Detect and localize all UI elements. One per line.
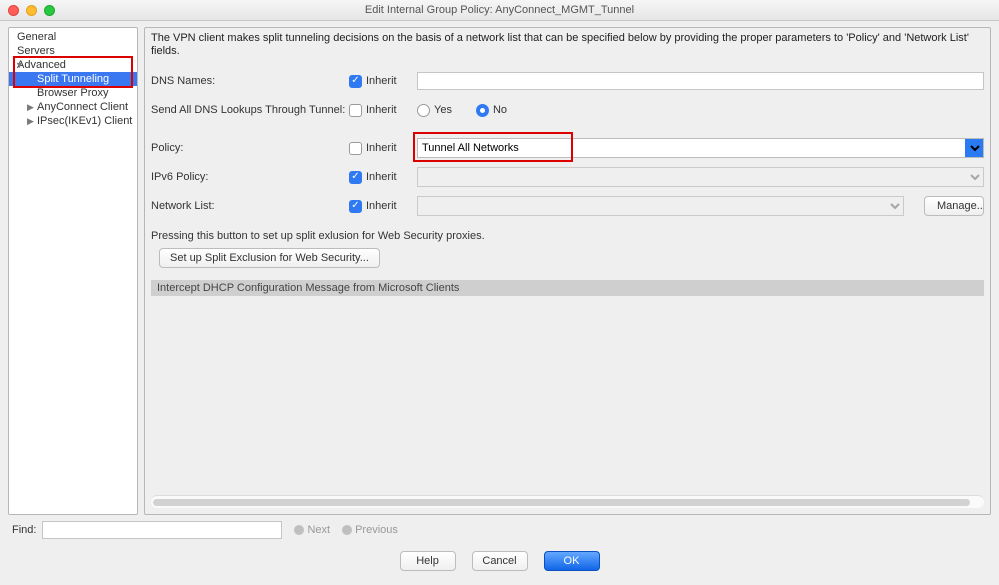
row-send-all-dns: Send All DNS Lookups Through Tunnel: Inh… — [151, 100, 984, 120]
radio-icon[interactable] — [417, 104, 430, 117]
form-area: DNS Names: Inherit Send All DNS Lookups … — [151, 66, 984, 495]
radio-yes[interactable]: Yes — [417, 104, 452, 117]
inherit-send-all-dns[interactable]: Inherit — [349, 104, 417, 117]
web-security-hint: Pressing this button to set up split exl… — [151, 230, 984, 242]
tree-label: IPsec(IKEv1) Client — [37, 115, 132, 127]
label-dns-names: DNS Names: — [151, 75, 349, 87]
inherit-label: Inherit — [366, 142, 397, 154]
window: Edit Internal Group Policy: AnyConnect_M… — [0, 0, 999, 585]
inherit-dns-names[interactable]: Inherit — [349, 75, 417, 88]
tree-label: General — [17, 31, 56, 43]
web-security-button[interactable]: Set up Split Exclusion for Web Security.… — [159, 248, 380, 268]
help-button[interactable]: Help — [400, 551, 456, 571]
radio-no-label: No — [493, 104, 507, 116]
row-dns-names: DNS Names: Inherit — [151, 71, 984, 91]
radio-icon[interactable] — [476, 104, 489, 117]
ok-button[interactable]: OK — [544, 551, 600, 571]
tree-label: Servers — [17, 45, 55, 57]
sidebar-item-servers[interactable]: Servers — [9, 44, 137, 58]
inherit-network-list[interactable]: Inherit — [349, 200, 417, 213]
sidebar-item-ipsec-client[interactable]: ▶ IPsec(IKEv1) Client — [9, 114, 137, 128]
network-list-select[interactable] — [417, 196, 904, 216]
find-bar: Find: Next Previous — [0, 515, 999, 541]
manage-button[interactable]: Manage... — [924, 196, 984, 216]
checkbox-icon[interactable] — [349, 104, 362, 117]
sidebar-item-browser-proxy[interactable]: Browser Proxy — [9, 86, 137, 100]
checkbox-icon[interactable] — [349, 75, 362, 88]
find-input[interactable] — [42, 521, 282, 539]
ipv6-policy-select[interactable] — [417, 167, 984, 187]
tree-label: Split Tunneling — [37, 73, 109, 85]
inherit-ipv6-policy[interactable]: Inherit — [349, 171, 417, 184]
tree-label: Advanced — [17, 59, 66, 71]
find-label: Find: — [12, 524, 36, 536]
tree-label: AnyConnect Client — [37, 101, 128, 113]
inherit-policy[interactable]: Inherit — [349, 142, 417, 155]
sidebar-item-anyconnect-client[interactable]: ▶ AnyConnect Client — [9, 100, 137, 114]
inherit-label: Inherit — [366, 75, 397, 87]
label-send-all-dns: Send All DNS Lookups Through Tunnel: — [151, 104, 349, 116]
dns-names-input[interactable] — [417, 72, 984, 90]
disclosure-down-icon[interactable]: ▼ — [15, 60, 24, 70]
circle-icon — [342, 525, 352, 535]
inherit-label: Inherit — [366, 171, 397, 183]
inherit-label: Inherit — [366, 104, 397, 116]
disclosure-right-icon[interactable]: ▶ — [27, 102, 34, 113]
row-ipv6-policy: IPv6 Policy: Inherit — [151, 167, 984, 187]
radio-yes-label: Yes — [434, 104, 452, 116]
checkbox-icon[interactable] — [349, 171, 362, 184]
find-next[interactable]: Next — [294, 524, 330, 536]
send-all-dns-radios: Yes No — [417, 104, 984, 117]
panel-description: The VPN client makes split tunneling dec… — [151, 32, 984, 58]
checkbox-icon[interactable] — [349, 200, 362, 213]
label-network-list: Network List: — [151, 200, 349, 212]
sidebar[interactable]: General Servers ▼ Advanced Split Tunneli… — [8, 27, 138, 515]
find-previous[interactable]: Previous — [342, 524, 398, 536]
tree-label: Browser Proxy — [37, 87, 109, 99]
circle-icon — [294, 525, 304, 535]
policy-select[interactable]: Tunnel All Networks — [417, 138, 984, 158]
disclosure-right-icon[interactable]: ▶ — [27, 116, 34, 127]
window-title: Edit Internal Group Policy: AnyConnect_M… — [0, 4, 999, 16]
label-policy: Policy: — [151, 142, 349, 154]
sidebar-item-general[interactable]: General — [9, 30, 137, 44]
radio-no[interactable]: No — [476, 104, 507, 117]
row-network-list: Network List: Inherit Manage... — [151, 196, 984, 216]
content-panel: The VPN client makes split tunneling dec… — [144, 27, 991, 515]
bottom-bar: Help Cancel OK — [0, 541, 999, 585]
inherit-label: Inherit — [366, 200, 397, 212]
horizontal-scrollbar[interactable] — [151, 495, 984, 508]
main-panel: General Servers ▼ Advanced Split Tunneli… — [0, 21, 999, 515]
label-ipv6-policy: IPv6 Policy: — [151, 171, 349, 183]
sidebar-item-advanced[interactable]: ▼ Advanced — [9, 58, 137, 72]
titlebar: Edit Internal Group Policy: AnyConnect_M… — [0, 0, 999, 21]
row-policy: Policy: Inherit Tunnel All Networks — [151, 138, 984, 158]
dhcp-section-header[interactable]: Intercept DHCP Configuration Message fro… — [151, 280, 984, 296]
sidebar-item-split-tunneling[interactable]: Split Tunneling — [9, 72, 137, 86]
cancel-button[interactable]: Cancel — [472, 551, 528, 571]
checkbox-icon[interactable] — [349, 142, 362, 155]
